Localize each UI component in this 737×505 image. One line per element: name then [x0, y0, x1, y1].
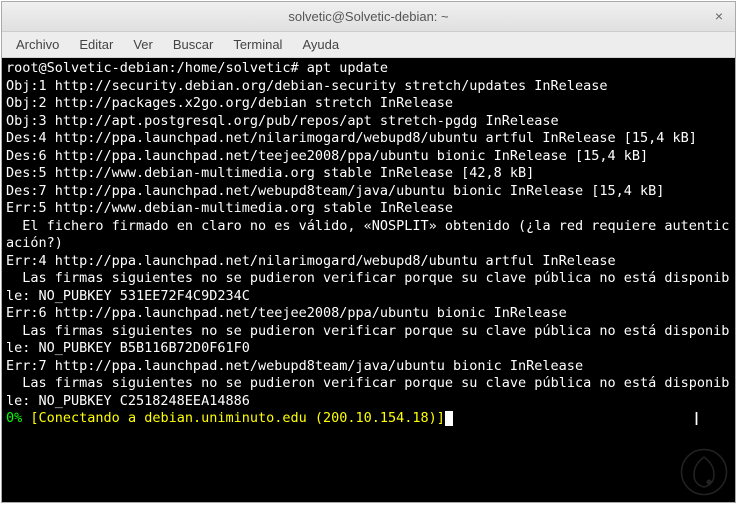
menu-editar[interactable]: Editar — [69, 33, 123, 56]
output-line: Des:5 http://www.debian-multimedia.org s… — [6, 165, 731, 183]
output-line: Des:6 http://ppa.launchpad.net/teejee200… — [6, 148, 731, 166]
command-text: apt update — [307, 60, 388, 76]
menubar: Archivo Editar Ver Buscar Terminal Ayuda — [2, 32, 735, 58]
output-line: Obj:1 http://security.debian.org/debian-… — [6, 78, 731, 96]
output-line: Err:6 http://ppa.launchpad.net/teejee200… — [6, 305, 731, 323]
close-icon[interactable]: × — [711, 9, 727, 25]
status-percent: 0% — [6, 410, 22, 426]
menu-ayuda[interactable]: Ayuda — [292, 33, 349, 56]
output-line: Des:4 http://ppa.launchpad.net/nilarimog… — [6, 130, 731, 148]
output-line: Err:4 http://ppa.launchpad.net/nilarimog… — [6, 253, 731, 271]
terminal-output[interactable]: root@Solvetic-debian:/home/solvetic# apt… — [2, 58, 735, 502]
output-line: Las firmas siguientes no se pudieron ver… — [6, 375, 731, 410]
menu-ver[interactable]: Ver — [123, 33, 163, 56]
status-text: [Conectando a debian.uniminuto.edu (200.… — [30, 410, 445, 426]
menu-terminal[interactable]: Terminal — [223, 33, 292, 56]
output-line: El fichero firmado en claro no es válido… — [6, 218, 731, 253]
output-line: Err:7 http://ppa.launchpad.net/webupd8te… — [6, 358, 731, 376]
output-line: Err:5 http://www.debian-multimedia.org s… — [6, 200, 731, 218]
terminal-cursor — [445, 411, 453, 426]
output-line: Des:7 http://ppa.launchpad.net/webupd8te… — [6, 183, 731, 201]
shell-prompt: root@Solvetic-debian:/home/solvetic# — [6, 60, 307, 76]
titlebar: solvetic@Solvetic-debian: ~ × — [2, 2, 735, 32]
terminal-window: solvetic@Solvetic-debian: ~ × Archivo Ed… — [1, 1, 736, 503]
window-title: solvetic@Solvetic-debian: ~ — [288, 9, 448, 24]
menu-archivo[interactable]: Archivo — [6, 33, 69, 56]
output-line: Obj:2 http://packages.x2go.org/debian st… — [6, 95, 731, 113]
output-line: Las firmas siguientes no se pudieron ver… — [6, 270, 731, 305]
menu-buscar[interactable]: Buscar — [163, 33, 223, 56]
output-line: Las firmas siguientes no se pudieron ver… — [6, 323, 731, 358]
output-line: Obj:3 http://apt.postgresql.org/pub/repo… — [6, 113, 731, 131]
